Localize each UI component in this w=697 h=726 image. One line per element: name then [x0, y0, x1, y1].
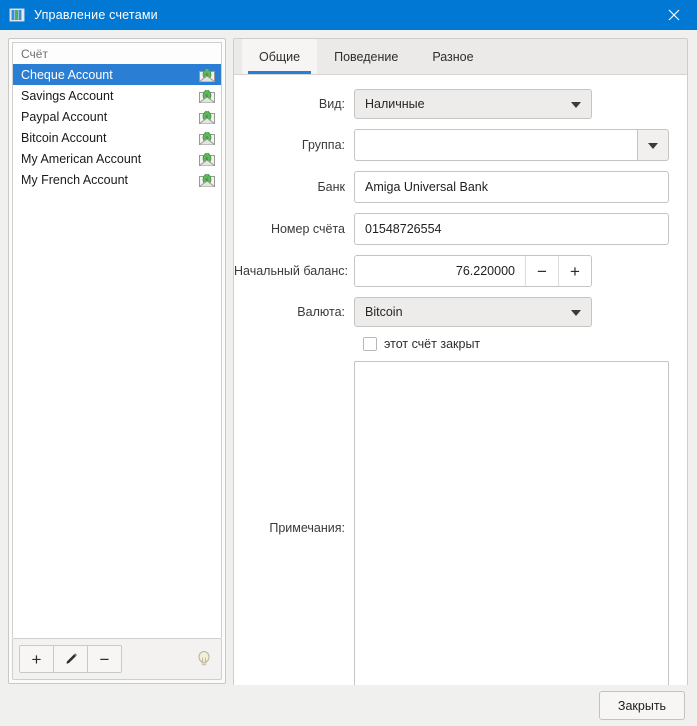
list-item[interactable]: My American Account $: [13, 148, 221, 169]
chevron-down-icon: [571, 305, 581, 319]
accounts-list-header: Счёт: [13, 43, 221, 64]
type-combobox[interactable]: Наличные: [354, 89, 592, 119]
envelope-money-icon: $: [199, 152, 215, 166]
envelope-money-icon: $: [199, 89, 215, 103]
list-item[interactable]: Savings Account $: [13, 85, 221, 106]
group-combobox[interactable]: [354, 129, 669, 161]
bank-field: Amiga Universal Bank: [354, 171, 669, 203]
list-item-label: Cheque Account: [21, 67, 113, 82]
notes-label: Примечания:: [269, 521, 345, 535]
account-closed-checkbox[interactable]: [363, 337, 377, 351]
list-item-label: My French Account: [21, 172, 128, 187]
edit-account-button[interactable]: [53, 645, 88, 673]
bank-label: Банк: [317, 180, 345, 194]
group-input[interactable]: [354, 129, 637, 161]
chevron-down-icon: [571, 97, 581, 111]
remove-account-button[interactable]: −: [87, 645, 122, 673]
close-icon: [668, 9, 680, 21]
account-details-panel: Общие Поведение Разное Вид: Наличные Гру…: [233, 38, 688, 715]
window-title: Управление счетами: [34, 8, 158, 22]
lightbulb-icon: [197, 650, 211, 668]
field-row-type: Вид: Наличные: [234, 89, 669, 119]
group-label: Группа:: [301, 138, 345, 152]
account-management-window: Управление счетами Счёт Cheque Account S…: [0, 0, 697, 726]
initial-balance-label: Начальный баланс:: [234, 264, 349, 278]
initial-balance-spinner[interactable]: 76.220000 − +: [354, 255, 592, 287]
tab-misc[interactable]: Разное: [415, 39, 490, 74]
list-item-label: My American Account: [21, 151, 142, 166]
field-row-account-closed: этот счёт закрыт: [234, 337, 669, 351]
dialog-footer: Закрыть: [0, 685, 697, 726]
group-field: [354, 129, 669, 161]
tab-behaviour[interactable]: Поведение: [317, 39, 415, 74]
account-number-input[interactable]: 01548726554: [354, 213, 669, 245]
list-item[interactable]: My French Account $: [13, 169, 221, 190]
add-account-button[interactable]: +: [19, 645, 54, 673]
general-tab-form: Вид: Наличные Группа: Банк Amiga Univers…: [234, 75, 687, 714]
accounts-panel: Счёт Cheque Account $ Savings: [8, 38, 226, 684]
field-row-currency: Валюта: Bitcoin: [234, 297, 669, 327]
chevron-down-icon: [648, 136, 658, 154]
type-label: Вид:: [318, 97, 345, 111]
envelope-money-icon: $: [199, 68, 215, 82]
initial-balance-increment-button[interactable]: +: [558, 256, 591, 286]
list-item-label: Paypal Account: [21, 109, 108, 124]
list-item[interactable]: Bitcoin Account $: [13, 127, 221, 148]
list-item[interactable]: Cheque Account $: [13, 64, 221, 85]
field-row-group: Группа:: [234, 129, 669, 161]
currency-combobox[interactable]: Bitcoin: [354, 297, 592, 327]
envelope-money-icon: $: [199, 131, 215, 145]
accounts-list[interactable]: Счёт Cheque Account $ Savings: [12, 42, 222, 638]
type-value: Наличные: [365, 97, 425, 111]
currency-field: Bitcoin: [354, 297, 669, 327]
initial-balance-field: 76.220000 − +: [354, 255, 669, 287]
currency-label: Валюта:: [297, 305, 345, 319]
window-body: Счёт Cheque Account $ Savings: [0, 30, 697, 726]
list-item-label: Bitcoin Account: [21, 130, 107, 145]
account-closed-label: этот счёт закрыт: [384, 337, 481, 351]
list-item[interactable]: Paypal Account $: [13, 106, 221, 127]
envelope-money-icon: $: [199, 110, 215, 124]
envelope-money-icon: $: [199, 173, 215, 187]
currency-value: Bitcoin: [365, 305, 403, 319]
accounts-toolbar: + −: [12, 638, 222, 680]
field-row-notes: Примечания:: [234, 361, 669, 695]
group-dropdown-button[interactable]: [637, 129, 669, 161]
initial-balance-value[interactable]: 76.220000: [355, 256, 525, 286]
edit-pencil-icon: [65, 653, 77, 664]
field-row-account-number: Номер счёта 01548726554: [234, 213, 669, 245]
account-number-field: 01548726554: [354, 213, 669, 245]
initial-balance-decrement-button[interactable]: −: [525, 256, 558, 286]
account-number-label: Номер счёта: [270, 222, 345, 236]
close-dialog-button[interactable]: Закрыть: [599, 691, 685, 720]
notes-textarea[interactable]: [354, 361, 669, 695]
accounts-book-icon: [9, 7, 25, 23]
bank-input[interactable]: Amiga Universal Bank: [354, 171, 669, 203]
list-item-label: Savings Account: [21, 88, 114, 103]
tab-general[interactable]: Общие: [242, 39, 318, 74]
field-row-initial-balance: Начальный баланс: 76.220000 − +: [234, 255, 669, 287]
tab-bar: Общие Поведение Разное: [234, 39, 687, 75]
field-row-bank: Банк Amiga Universal Bank: [234, 171, 669, 203]
window-close-button[interactable]: [651, 0, 697, 30]
type-field: Наличные: [354, 89, 669, 119]
title-bar: Управление счетами: [0, 0, 697, 30]
